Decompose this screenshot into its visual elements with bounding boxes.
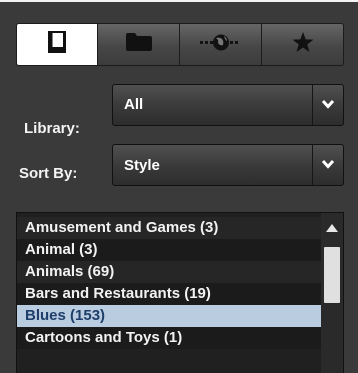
scroll-thumb[interactable] [324,247,340,303]
list-item-selected[interactable]: Blues (153) [17,305,321,327]
library-selected-value: All [124,96,144,113]
chevron-down-icon [321,156,335,174]
library-dropdown[interactable]: All [112,84,344,126]
list-scrollbar[interactable] [321,213,343,373]
tab-library[interactable] [16,23,98,66]
list-item[interactable]: Animals (69) [17,261,321,283]
library-dropdown-toggle[interactable] [312,85,343,125]
sort-dropdown-toggle[interactable] [312,145,343,185]
tab-favorites[interactable] [262,23,344,66]
category-list-items: Amusement and Games (3) Animal (3) Anima… [17,217,321,349]
list-item[interactable]: Bars and Restaurants (19) [17,283,321,305]
chevron-down-icon [321,96,335,114]
view-toolbar [16,23,344,66]
library-panel: Library: All Sort By: Style Amusement an… [0,0,358,373]
list-item[interactable]: Cartoons and Toys (1) [17,327,321,349]
library-label: Library: [24,120,80,137]
sort-selected-value: Style [124,157,160,174]
globe-network-icon [199,32,242,57]
arrow-up-icon [326,219,338,237]
sort-label: Sort By: [19,165,78,182]
star-icon [292,31,314,58]
sort-dropdown[interactable]: Style [112,144,344,186]
tab-folders[interactable] [98,23,180,66]
list-item[interactable]: Amusement and Games (3) [17,217,321,239]
book-icon [48,31,66,58]
top-divider [0,0,358,2]
folder-icon [125,33,152,56]
list-item[interactable]: Animal (3) [17,239,321,261]
category-list: Amusement and Games (3) Animal (3) Anima… [16,212,344,373]
scroll-up-button[interactable] [321,213,343,243]
tab-online[interactable] [180,23,262,66]
